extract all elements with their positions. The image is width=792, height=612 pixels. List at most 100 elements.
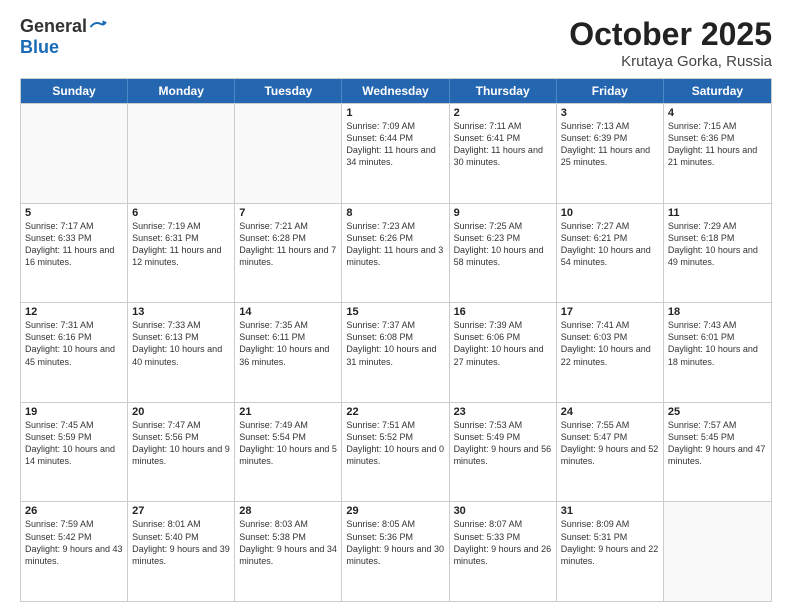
week-row: 1Sunrise: 7:09 AM Sunset: 6:44 PM Daylig… [21,103,771,203]
logo-blue: Blue [20,37,59,57]
calendar-cell: 22Sunrise: 7:51 AM Sunset: 5:52 PM Dayli… [342,403,449,502]
cell-day-number: 5 [25,207,123,219]
day-header: Tuesday [235,79,342,103]
cell-info: Sunrise: 7:57 AM Sunset: 5:45 PM Dayligh… [668,419,767,468]
cell-day-number: 12 [25,306,123,318]
calendar-body: 1Sunrise: 7:09 AM Sunset: 6:44 PM Daylig… [21,103,771,601]
cell-info: Sunrise: 7:23 AM Sunset: 6:26 PM Dayligh… [346,220,444,269]
cell-info: Sunrise: 7:55 AM Sunset: 5:47 PM Dayligh… [561,419,659,468]
cell-day-number: 27 [132,505,230,517]
calendar-cell: 30Sunrise: 8:07 AM Sunset: 5:33 PM Dayli… [450,502,557,601]
cell-day-number: 13 [132,306,230,318]
calendar-cell: 15Sunrise: 7:37 AM Sunset: 6:08 PM Dayli… [342,303,449,402]
cell-day-number: 20 [132,406,230,418]
cell-day-number: 11 [668,207,767,219]
calendar-cell: 24Sunrise: 7:55 AM Sunset: 5:47 PM Dayli… [557,403,664,502]
cell-day-number: 24 [561,406,659,418]
day-header: Monday [128,79,235,103]
logo: General Blue [20,16,107,58]
cell-info: Sunrise: 7:09 AM Sunset: 6:44 PM Dayligh… [346,120,444,169]
day-header: Thursday [450,79,557,103]
calendar-cell: 4Sunrise: 7:15 AM Sunset: 6:36 PM Daylig… [664,104,771,203]
cell-info: Sunrise: 7:27 AM Sunset: 6:21 PM Dayligh… [561,220,659,269]
cell-day-number: 10 [561,207,659,219]
cell-day-number: 3 [561,107,659,119]
cell-day-number: 29 [346,505,444,517]
calendar-cell: 17Sunrise: 7:41 AM Sunset: 6:03 PM Dayli… [557,303,664,402]
cell-info: Sunrise: 7:21 AM Sunset: 6:28 PM Dayligh… [239,220,337,269]
cell-day-number: 26 [25,505,123,517]
day-header: Wednesday [342,79,449,103]
cell-info: Sunrise: 7:47 AM Sunset: 5:56 PM Dayligh… [132,419,230,468]
cell-info: Sunrise: 8:03 AM Sunset: 5:38 PM Dayligh… [239,518,337,567]
calendar-cell [128,104,235,203]
cell-info: Sunrise: 7:11 AM Sunset: 6:41 PM Dayligh… [454,120,552,169]
calendar-cell: 2Sunrise: 7:11 AM Sunset: 6:41 PM Daylig… [450,104,557,203]
calendar-cell: 20Sunrise: 7:47 AM Sunset: 5:56 PM Dayli… [128,403,235,502]
calendar-cell: 1Sunrise: 7:09 AM Sunset: 6:44 PM Daylig… [342,104,449,203]
cell-day-number: 25 [668,406,767,418]
title-section: October 2025 Krutaya Gorka, Russia [569,16,772,70]
week-row: 12Sunrise: 7:31 AM Sunset: 6:16 PM Dayli… [21,302,771,402]
day-header: Saturday [664,79,771,103]
calendar-cell: 25Sunrise: 7:57 AM Sunset: 5:45 PM Dayli… [664,403,771,502]
cell-info: Sunrise: 7:59 AM Sunset: 5:42 PM Dayligh… [25,518,123,567]
cell-day-number: 16 [454,306,552,318]
cell-info: Sunrise: 8:07 AM Sunset: 5:33 PM Dayligh… [454,518,552,567]
logo-general: General [20,16,87,37]
month-title: October 2025 [569,16,772,53]
cell-info: Sunrise: 7:29 AM Sunset: 6:18 PM Dayligh… [668,220,767,269]
cell-day-number: 4 [668,107,767,119]
calendar-cell: 27Sunrise: 8:01 AM Sunset: 5:40 PM Dayli… [128,502,235,601]
cell-info: Sunrise: 7:53 AM Sunset: 5:49 PM Dayligh… [454,419,552,468]
cell-day-number: 28 [239,505,337,517]
cell-info: Sunrise: 7:51 AM Sunset: 5:52 PM Dayligh… [346,419,444,468]
cell-info: Sunrise: 7:31 AM Sunset: 6:16 PM Dayligh… [25,319,123,368]
location: Krutaya Gorka, Russia [569,53,772,70]
day-headers: SundayMondayTuesdayWednesdayThursdayFrid… [21,79,771,103]
calendar-cell: 8Sunrise: 7:23 AM Sunset: 6:26 PM Daylig… [342,204,449,303]
cell-info: Sunrise: 8:01 AM Sunset: 5:40 PM Dayligh… [132,518,230,567]
calendar-cell: 28Sunrise: 8:03 AM Sunset: 5:38 PM Dayli… [235,502,342,601]
cell-info: Sunrise: 7:37 AM Sunset: 6:08 PM Dayligh… [346,319,444,368]
calendar-cell: 29Sunrise: 8:05 AM Sunset: 5:36 PM Dayli… [342,502,449,601]
cell-info: Sunrise: 7:13 AM Sunset: 6:39 PM Dayligh… [561,120,659,169]
cell-day-number: 8 [346,207,444,219]
calendar-cell: 6Sunrise: 7:19 AM Sunset: 6:31 PM Daylig… [128,204,235,303]
calendar-cell [235,104,342,203]
cell-info: Sunrise: 7:17 AM Sunset: 6:33 PM Dayligh… [25,220,123,269]
calendar-cell: 19Sunrise: 7:45 AM Sunset: 5:59 PM Dayli… [21,403,128,502]
week-row: 19Sunrise: 7:45 AM Sunset: 5:59 PM Dayli… [21,402,771,502]
cell-day-number: 23 [454,406,552,418]
calendar-cell: 16Sunrise: 7:39 AM Sunset: 6:06 PM Dayli… [450,303,557,402]
cell-day-number: 6 [132,207,230,219]
cell-day-number: 18 [668,306,767,318]
calendar-cell: 23Sunrise: 7:53 AM Sunset: 5:49 PM Dayli… [450,403,557,502]
calendar-cell: 11Sunrise: 7:29 AM Sunset: 6:18 PM Dayli… [664,204,771,303]
cell-info: Sunrise: 7:39 AM Sunset: 6:06 PM Dayligh… [454,319,552,368]
cell-info: Sunrise: 7:43 AM Sunset: 6:01 PM Dayligh… [668,319,767,368]
cell-day-number: 14 [239,306,337,318]
cell-day-number: 31 [561,505,659,517]
cell-day-number: 7 [239,207,337,219]
calendar-cell: 12Sunrise: 7:31 AM Sunset: 6:16 PM Dayli… [21,303,128,402]
cell-day-number: 2 [454,107,552,119]
page: General Blue October 2025 Krutaya Gorka,… [0,0,792,612]
calendar-cell: 14Sunrise: 7:35 AM Sunset: 6:11 PM Dayli… [235,303,342,402]
cell-info: Sunrise: 7:41 AM Sunset: 6:03 PM Dayligh… [561,319,659,368]
cell-info: Sunrise: 7:15 AM Sunset: 6:36 PM Dayligh… [668,120,767,169]
calendar-cell: 26Sunrise: 7:59 AM Sunset: 5:42 PM Dayli… [21,502,128,601]
cell-info: Sunrise: 7:25 AM Sunset: 6:23 PM Dayligh… [454,220,552,269]
cell-info: Sunrise: 7:45 AM Sunset: 5:59 PM Dayligh… [25,419,123,468]
cell-day-number: 21 [239,406,337,418]
cell-day-number: 9 [454,207,552,219]
calendar-cell: 7Sunrise: 7:21 AM Sunset: 6:28 PM Daylig… [235,204,342,303]
cell-day-number: 19 [25,406,123,418]
calendar: SundayMondayTuesdayWednesdayThursdayFrid… [20,78,772,602]
calendar-cell: 21Sunrise: 7:49 AM Sunset: 5:54 PM Dayli… [235,403,342,502]
cell-day-number: 15 [346,306,444,318]
calendar-cell: 3Sunrise: 7:13 AM Sunset: 6:39 PM Daylig… [557,104,664,203]
cell-day-number: 1 [346,107,444,119]
cell-info: Sunrise: 7:49 AM Sunset: 5:54 PM Dayligh… [239,419,337,468]
week-row: 26Sunrise: 7:59 AM Sunset: 5:42 PM Dayli… [21,501,771,601]
